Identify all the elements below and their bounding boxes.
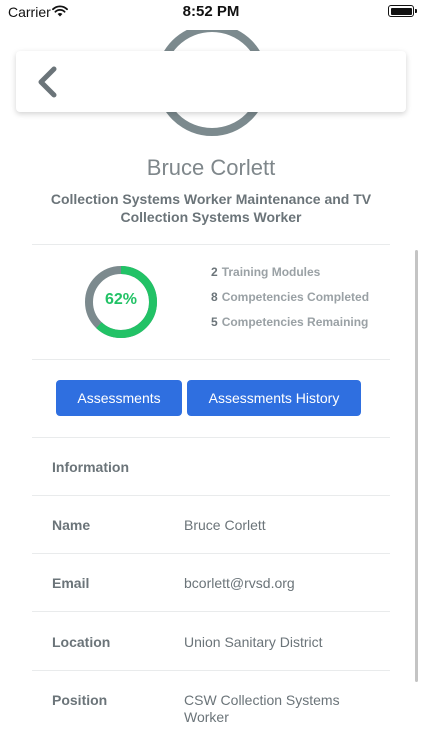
scrollbar[interactable] [415,250,418,682]
stat-label: Competencies Remaining [221,315,369,329]
divider [32,359,390,360]
divider [32,553,390,554]
stat-number: 8 [211,290,218,304]
divider [32,495,390,496]
info-key-email: Email [52,575,90,591]
progress-percent: 62% [104,291,138,308]
divider [32,437,390,438]
stat-competencies-completed: 8 Competencies Completed [211,290,369,304]
stat-label: Competencies Completed [221,290,370,304]
stat-competencies-remaining: 5 Competencies Remaining [211,315,368,329]
profile-name: Bruce Corlett [146,155,276,180]
information-heading: Information [52,459,129,475]
assessments-history-button[interactable]: Assessments History [187,380,361,416]
info-value-position: CSW Collection Systems Worker [184,692,340,725]
info-key-position: Position [52,692,108,708]
info-value-location: Union Sanitary District [184,634,323,650]
back-chevron-icon[interactable] [32,65,64,99]
profile-job-title: Collection Systems Worker Maintenance an… [50,191,372,225]
info-key-name: Name [52,517,91,533]
stat-number: 2 [211,265,218,279]
stat-label: Training Modules [221,265,321,279]
divider [32,244,390,245]
battery-icon [388,5,417,17]
navigation-bar [16,51,406,112]
divider [32,670,390,671]
stat-number: 5 [211,315,218,329]
status-bar: Carrier 8:52 PM [0,0,422,24]
info-value-name: Bruce Corlett [184,517,266,533]
assessments-button[interactable]: Assessments [56,380,182,416]
divider [32,611,390,612]
status-time: 8:52 PM [182,3,240,20]
stat-training-modules: 2 Training Modules [211,265,320,279]
info-key-location: Location [52,634,111,650]
info-value-email: bcorlett@rvsd.org [184,575,295,591]
